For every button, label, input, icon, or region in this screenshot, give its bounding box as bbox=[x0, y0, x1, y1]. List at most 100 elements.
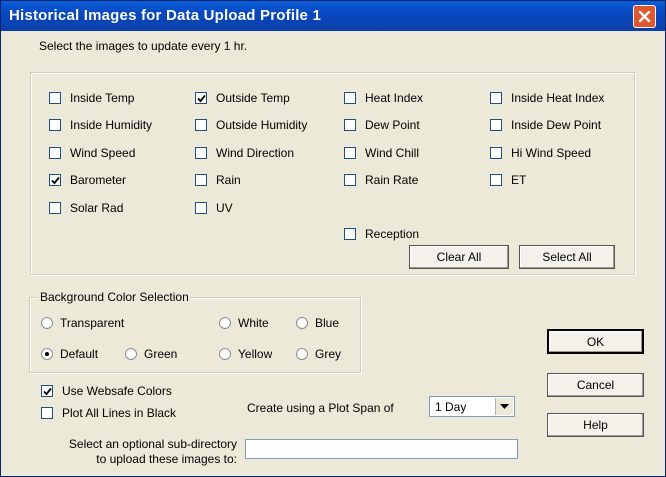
checkbox-box[interactable] bbox=[344, 92, 356, 104]
radio-label: Yellow bbox=[238, 347, 273, 361]
checkbox-plot-all-lines-black[interactable]: Plot All Lines in Black bbox=[41, 406, 176, 420]
background-color-legend: Background Color Selection bbox=[38, 290, 191, 304]
checkbox-inside-heat-index[interactable]: Inside Heat Index bbox=[490, 91, 604, 105]
checkbox-heat-index[interactable]: Heat Index bbox=[344, 91, 423, 105]
checkbox-label: Wind Chill bbox=[365, 146, 420, 160]
checkbox-box[interactable] bbox=[490, 174, 502, 186]
checkmark-icon bbox=[51, 176, 60, 185]
checkbox-wind-speed[interactable]: Wind Speed bbox=[49, 146, 135, 160]
ok-button[interactable]: OK bbox=[547, 329, 644, 354]
plot-span-select[interactable]: 1 Day bbox=[429, 396, 515, 417]
subdir-input[interactable] bbox=[245, 439, 518, 459]
checkbox-outside-humidity[interactable]: Outside Humidity bbox=[195, 118, 307, 132]
help-button[interactable]: Help bbox=[547, 413, 644, 437]
checkbox-use-websafe-colors[interactable]: Use Websafe Colors bbox=[41, 384, 172, 398]
checkbox-box[interactable] bbox=[49, 147, 61, 159]
checkbox-outside-temp[interactable]: Outside Temp bbox=[195, 91, 290, 105]
checkbox-inside-temp[interactable]: Inside Temp bbox=[49, 91, 134, 105]
checkbox-box[interactable] bbox=[344, 119, 356, 131]
checkbox-rain-rate[interactable]: Rain Rate bbox=[344, 173, 418, 187]
radio-label: Default bbox=[60, 347, 99, 361]
checkbox-box[interactable] bbox=[344, 228, 356, 240]
radio-dot[interactable] bbox=[219, 317, 231, 329]
window-title: Historical Images for Data Upload Profil… bbox=[9, 7, 322, 24]
checkbox-rain[interactable]: Rain bbox=[195, 173, 241, 187]
close-button[interactable] bbox=[633, 5, 656, 28]
checkbox-box[interactable] bbox=[49, 174, 61, 186]
checkbox-wind-chill[interactable]: Wind Chill bbox=[344, 146, 419, 160]
checkmark-icon bbox=[197, 94, 206, 103]
checkbox-label: Reception bbox=[365, 227, 420, 241]
checkbox-label: Outside Temp bbox=[216, 91, 290, 105]
checkbox-box[interactable] bbox=[490, 119, 502, 131]
checkbox-label: Inside Humidity bbox=[70, 118, 153, 132]
radio-label: Grey bbox=[315, 347, 342, 361]
plot-span-value: 1 Day bbox=[435, 400, 467, 414]
radio-grey[interactable]: Grey bbox=[296, 347, 341, 361]
select-all-button[interactable]: Select All bbox=[519, 245, 615, 269]
checkbox-label: Outside Humidity bbox=[216, 118, 308, 132]
radio-transparent[interactable]: Transparent bbox=[41, 316, 124, 330]
checkbox-box[interactable] bbox=[195, 202, 207, 214]
checkbox-solar-rad[interactable]: Solar Rad bbox=[49, 201, 123, 215]
checkbox-label: Use Websafe Colors bbox=[62, 384, 172, 398]
radio-default[interactable]: Default bbox=[41, 347, 98, 361]
checkbox-box[interactable] bbox=[344, 147, 356, 159]
checkbox-box[interactable] bbox=[49, 202, 61, 214]
checkbox-hi-wind-speed[interactable]: Hi Wind Speed bbox=[490, 146, 591, 160]
checkbox-box[interactable] bbox=[195, 119, 207, 131]
plot-span-label: Create using a Plot Span of bbox=[247, 401, 394, 415]
checkbox-label: Inside Temp bbox=[70, 91, 135, 105]
radio-label: White bbox=[238, 316, 269, 330]
checkbox-label: Hi Wind Speed bbox=[511, 146, 592, 160]
chevron-down-icon bbox=[500, 403, 509, 409]
radio-dot[interactable] bbox=[125, 348, 137, 360]
checkbox-label: Inside Dew Point bbox=[511, 118, 602, 132]
checkbox-box[interactable] bbox=[195, 147, 207, 159]
checkbox-label: Solar Rad bbox=[70, 201, 124, 215]
radio-white[interactable]: White bbox=[219, 316, 269, 330]
radio-label: Transparent bbox=[60, 316, 125, 330]
clear-all-button[interactable]: Clear All bbox=[409, 245, 509, 269]
cancel-button[interactable]: Cancel bbox=[547, 373, 644, 397]
checkbox-label: Wind Speed bbox=[70, 146, 136, 160]
radio-yellow[interactable]: Yellow bbox=[219, 347, 272, 361]
dropdown-button[interactable] bbox=[495, 398, 513, 415]
checkmark-icon bbox=[43, 387, 52, 396]
checkbox-label: Barometer bbox=[70, 173, 127, 187]
subdir-label-line2: to upload these images to: bbox=[96, 452, 237, 466]
checkbox-et[interactable]: ET bbox=[490, 173, 526, 187]
checkbox-label: Plot All Lines in Black bbox=[62, 406, 177, 420]
radio-dot[interactable] bbox=[296, 348, 308, 360]
checkbox-label: Heat Index bbox=[365, 91, 424, 105]
checkbox-box[interactable] bbox=[195, 92, 207, 104]
radio-dot[interactable] bbox=[41, 317, 53, 329]
checkbox-box[interactable] bbox=[195, 174, 207, 186]
checkbox-label: Rain bbox=[216, 173, 241, 187]
radio-green[interactable]: Green bbox=[125, 347, 177, 361]
checkbox-box[interactable] bbox=[41, 407, 53, 419]
checkbox-box[interactable] bbox=[490, 92, 502, 104]
checkbox-wind-direction[interactable]: Wind Direction bbox=[195, 146, 294, 160]
radio-blue[interactable]: Blue bbox=[296, 316, 339, 330]
checkbox-reception[interactable]: Reception bbox=[344, 227, 419, 241]
checkbox-label: Wind Direction bbox=[216, 146, 295, 160]
checkbox-label: Dew Point bbox=[365, 118, 420, 132]
radio-dot[interactable] bbox=[41, 348, 53, 360]
checkbox-dew-point[interactable]: Dew Point bbox=[344, 118, 420, 132]
subdir-label-line1: Select an optional sub-directory bbox=[68, 437, 237, 451]
checkbox-box[interactable] bbox=[49, 92, 61, 104]
checkbox-uv[interactable]: UV bbox=[195, 201, 233, 215]
radio-dot[interactable] bbox=[219, 348, 231, 360]
checkbox-box[interactable] bbox=[490, 147, 502, 159]
radio-dot[interactable] bbox=[296, 317, 308, 329]
checkbox-inside-humidity[interactable]: Inside Humidity bbox=[49, 118, 152, 132]
dialog-window: Historical Images for Data Upload Profil… bbox=[0, 0, 666, 477]
checkbox-inside-dew-point[interactable]: Inside Dew Point bbox=[490, 118, 601, 132]
radio-label: Blue bbox=[315, 316, 340, 330]
checkbox-box[interactable] bbox=[41, 385, 53, 397]
checkbox-box[interactable] bbox=[49, 119, 61, 131]
checkbox-barometer[interactable]: Barometer bbox=[49, 173, 126, 187]
title-bar[interactable]: Historical Images for Data Upload Profil… bbox=[1, 1, 665, 31]
checkbox-box[interactable] bbox=[344, 174, 356, 186]
